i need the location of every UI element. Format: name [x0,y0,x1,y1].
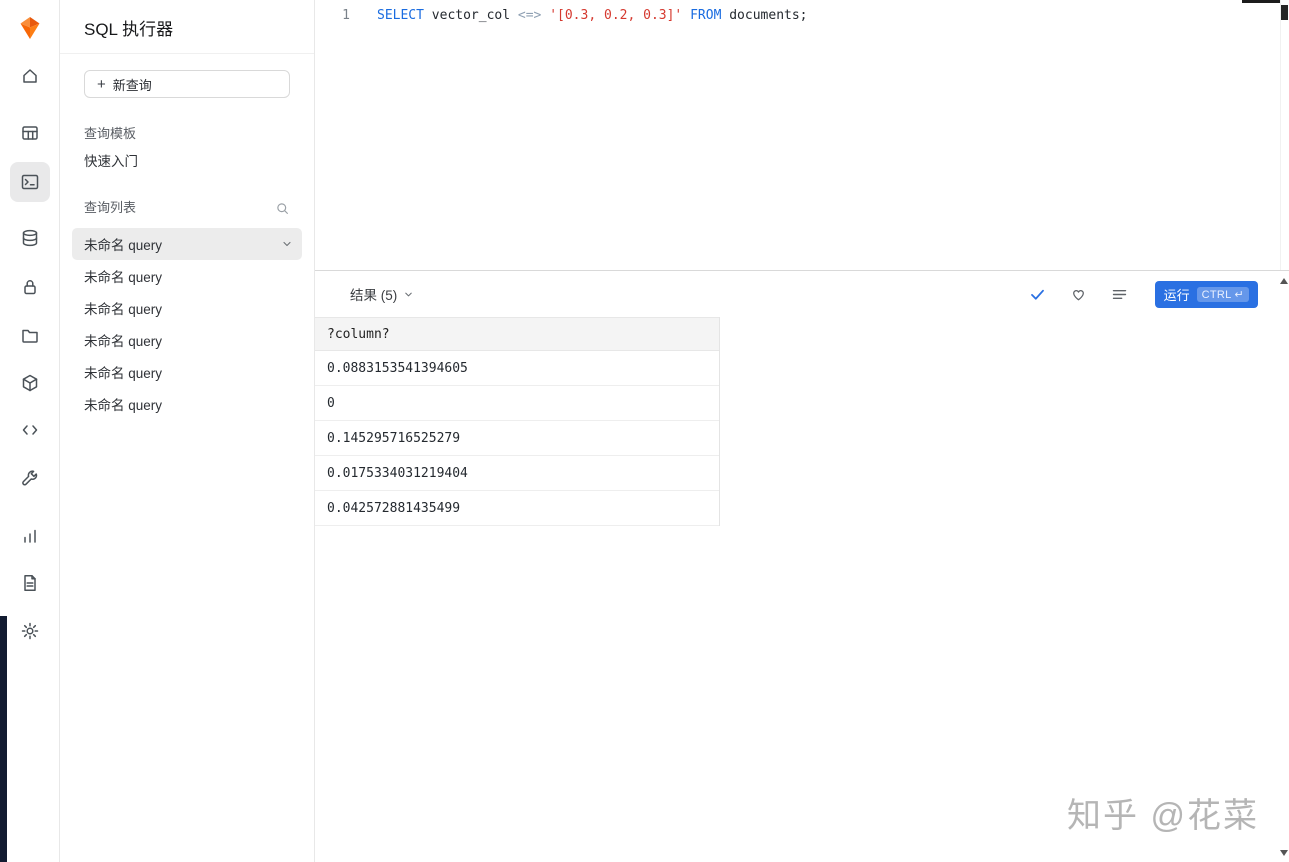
table-row[interactable]: 0 [315,386,719,421]
scroll-up-icon[interactable] [1280,278,1288,284]
editor-hscroll-thumb[interactable] [1242,0,1280,3]
new-query-label: 新查询 [112,77,152,93]
line-number: 1 [342,8,350,23]
sql-code-line[interactable]: SELECT vector_col <=> '[0.3, 0.2, 0.3]' … [377,7,808,24]
nav-sql-executor[interactable] [10,162,50,202]
sql-token-identifier: vector_col [431,8,518,23]
heart-icon [1073,289,1084,300]
plus-icon: + [97,75,106,93]
nav-home[interactable] [10,56,50,96]
chevron-down-icon [405,292,413,296]
validate-query-button[interactable] [1028,284,1048,304]
new-query-button[interactable]: + 新查询 [84,70,290,98]
home-icon [23,69,37,83]
sql-token-identifier: documents; [729,8,808,23]
editor-scrollbar-thumb[interactable] [1281,5,1288,20]
package-icon [22,374,38,392]
nav-extensions[interactable] [10,363,50,403]
results-toolbar: 结果 (5) 运行 CTRL ↵ [315,271,1289,317]
results-tab-label: 结果 (5) [350,288,398,303]
editor-scrollbar[interactable] [1280,0,1289,270]
sidebar: SQL 执行器 + 新查询 查询模板 快速入门 查询列表 未命名 query 未… [60,0,315,862]
nav-security[interactable] [10,267,50,307]
table-icon [22,126,38,140]
app-window: SQL 执行器 + 新查询 查询模板 快速入门 查询列表 未命名 query 未… [0,0,1289,862]
format-sql-button[interactable] [1110,284,1130,304]
watermark: 知乎 @花菜 [1067,797,1259,835]
query-item-label: 未命名 query [84,270,163,285]
table-row[interactable]: 0.145295716525279 [315,421,719,456]
terminal-icon [21,174,39,190]
lines-icon [1112,289,1127,299]
code-icon [22,425,38,435]
results-scrollbar[interactable] [1279,272,1289,862]
table-row[interactable]: 0.042572881435499 [315,491,719,526]
folder-icon [22,329,38,343]
query-list-item[interactable]: 未命名 query [72,356,302,388]
nav-api[interactable] [10,410,50,450]
section-query-list: 查询列表 [84,200,137,215]
sql-token-keyword: FROM [690,8,730,23]
query-item-label: 未命名 query [84,398,163,413]
query-item-label: 未命名 query [84,238,163,253]
app-logo[interactable] [10,8,50,48]
nav-settings[interactable] [10,611,50,651]
nav-logs[interactable] [10,563,50,603]
nav-tables[interactable] [10,113,50,153]
query-list-item[interactable]: 未命名 query [72,388,302,420]
results-table: ?column? 0.0883153541394605 0 0.14529571… [315,317,720,526]
gear-icon [21,622,39,640]
query-list-item[interactable]: 未命名 query [72,228,302,260]
query-list: 未命名 query 未命名 query 未命名 query 未命名 query … [60,228,314,420]
database-icon [22,229,38,247]
sql-token-operator: <=> [517,8,550,23]
nav-tools[interactable] [10,458,50,498]
sql-token-keyword: SELECT [377,8,432,23]
results-panel: 结果 (5) 运行 CTRL ↵ ?column? 0.088315354139… [315,270,1289,862]
section-query-templates: 查询模板 [84,126,137,141]
query-list-item[interactable]: 未命名 query [72,292,302,324]
query-list-item[interactable]: 未命名 query [72,324,302,356]
logo-gem-icon [20,17,40,39]
nav-database[interactable] [10,218,50,258]
run-shortcut-badge: CTRL ↵ [1196,286,1249,302]
quick-start-link[interactable]: 快速入门 [84,152,290,172]
bar-chart-icon [24,529,36,543]
document-icon [24,575,36,591]
sql-editor[interactable]: 1 SELECT vector_col <=> '[0.3, 0.2, 0.3]… [315,0,1289,270]
query-item-label: 未命名 query [84,366,163,381]
scroll-down-icon[interactable] [1280,850,1288,856]
run-button[interactable]: 运行 CTRL ↵ [1154,280,1258,308]
table-row[interactable]: 0.0883153541394605 [315,351,719,386]
chevron-down-icon [283,241,291,247]
main-panel: 1 SELECT vector_col <=> '[0.3, 0.2, 0.3]… [315,0,1289,862]
icon-rail [0,0,60,862]
table-row[interactable]: 0.0175334031219404 [315,456,719,491]
query-item-label: 未命名 query [84,334,163,349]
table-column-header[interactable]: ?column? [315,317,719,351]
background-strip [0,616,7,862]
results-tab[interactable]: 结果 (5) [350,284,414,304]
query-list-item[interactable]: 未命名 query [72,260,302,292]
nav-monitoring[interactable] [10,516,50,556]
page-title: SQL 执行器 [60,0,314,54]
wrench-icon [22,470,38,486]
search-icon[interactable] [275,201,290,216]
query-item-label: 未命名 query [84,302,163,317]
check-icon [1031,289,1045,300]
nav-files[interactable] [10,315,50,355]
sql-token-string: '[0.3, 0.2, 0.3]' [549,8,691,23]
run-button-label: 运行 [1163,287,1190,303]
favorite-button[interactable] [1069,284,1089,304]
lock-icon [24,280,36,295]
